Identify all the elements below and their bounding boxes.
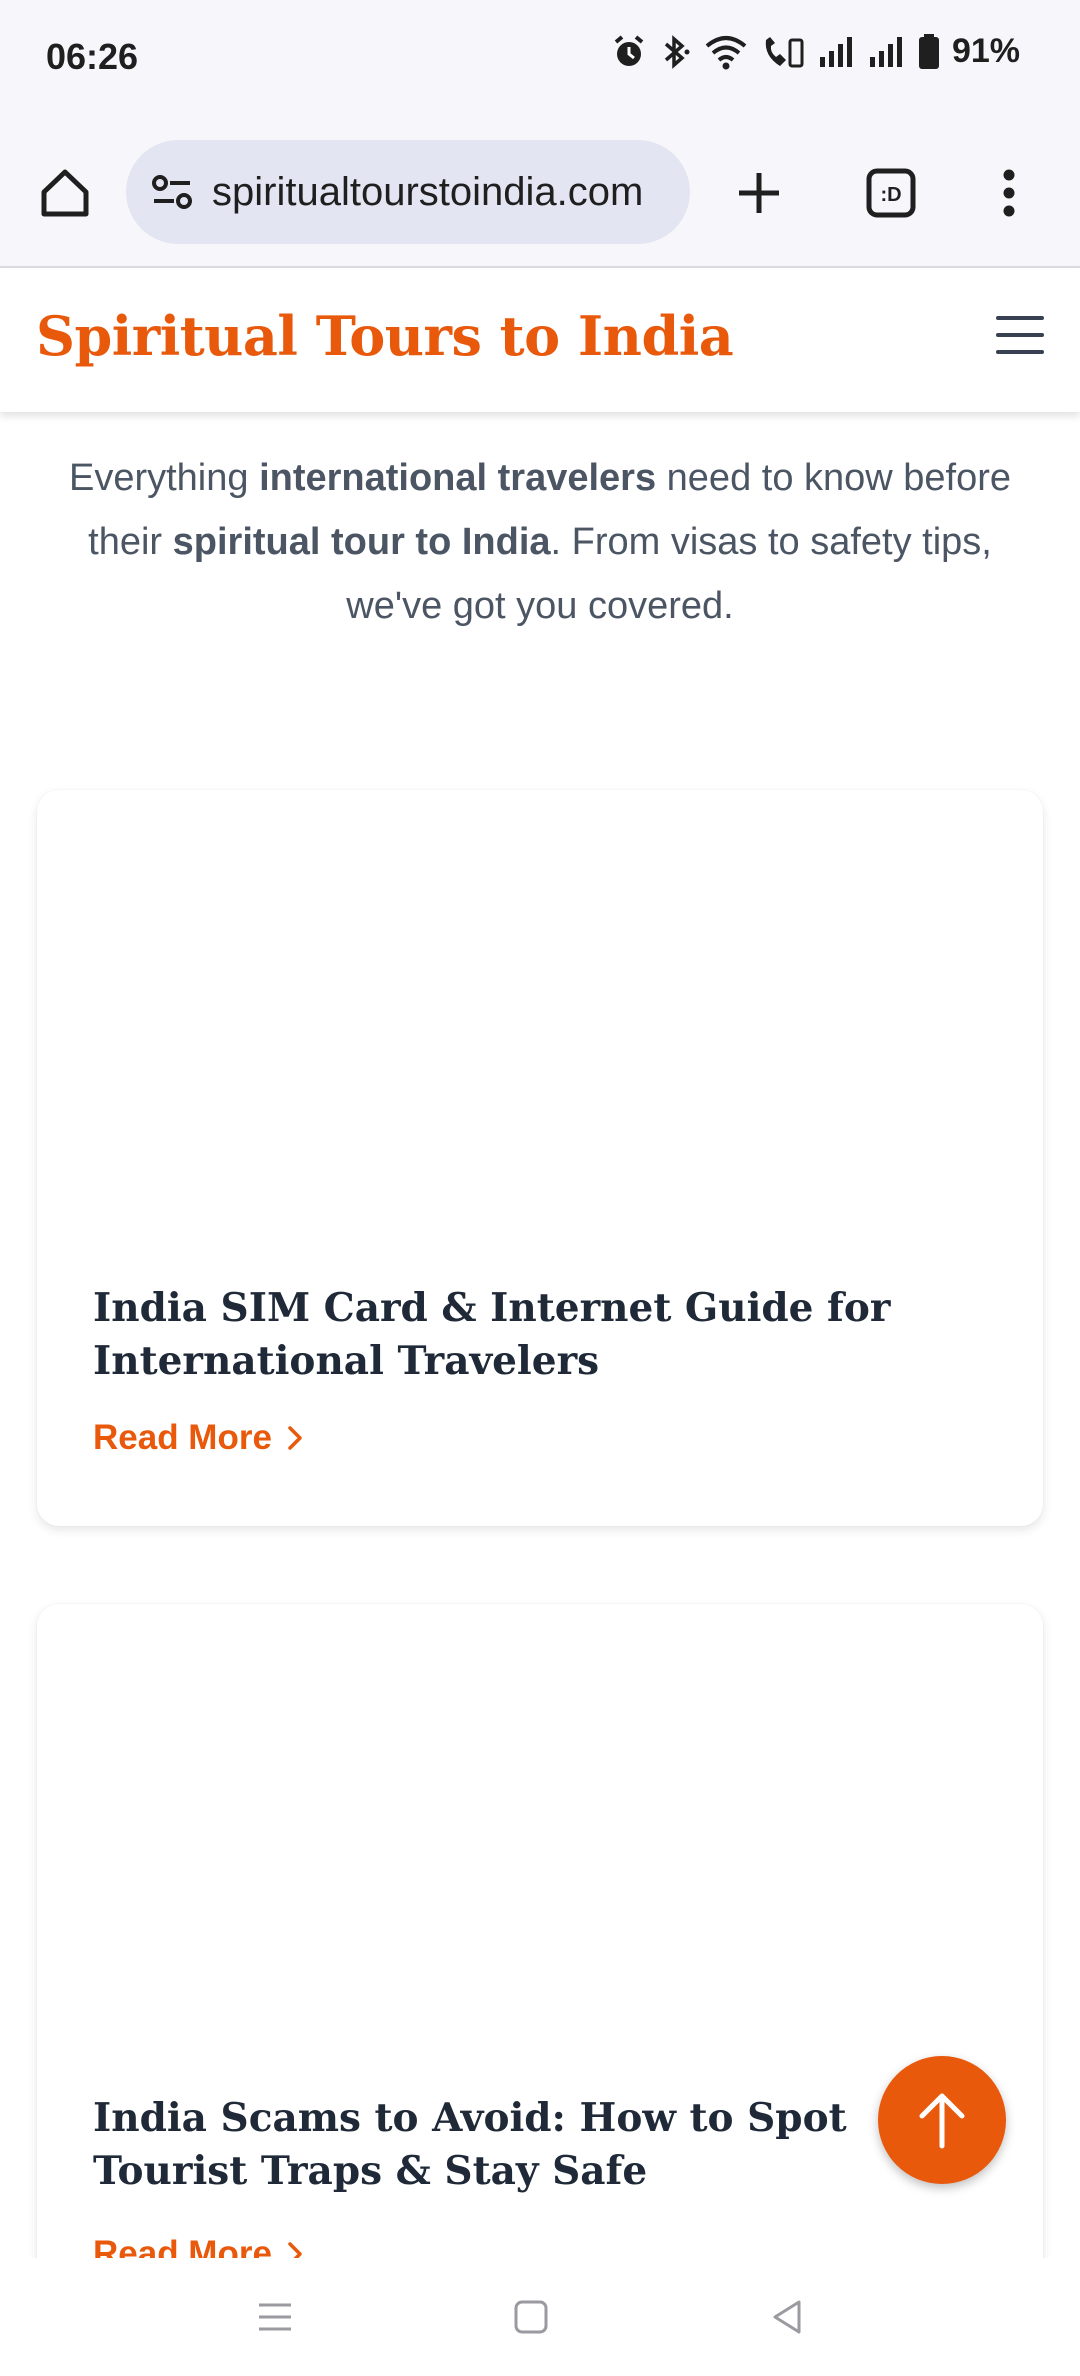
url-text[interactable]: spiritualtourstoindia.com [212,170,643,215]
battery-percent: 91% [951,32,1020,70]
tab-switcher-button[interactable]: :D [856,158,926,228]
home-icon [41,169,89,217]
svg-text::D: :D [880,184,901,206]
intro-bold2: spiritual tour to India [172,521,551,563]
status-bar: 06:26 91% [0,0,1080,120]
chevron-right-icon [288,1426,302,1450]
arrow-up-icon [919,2093,965,2149]
home-nav-button[interactable] [506,2292,556,2342]
tab-switcher-icon: :D [866,168,916,218]
browser-toolbar: spiritualtourstoindia.com :D [0,120,1080,268]
scroll-to-top-button[interactable] [878,2056,1006,2184]
intro-part1: Everything [68,457,260,499]
read-more-link[interactable]: Read More [93,1418,304,1458]
signal-icon [869,36,902,67]
recents-icon [259,2303,291,2331]
status-time: 06:26 [46,36,139,77]
site-info-button[interactable] [148,168,196,216]
address-bar[interactable]: spiritualtourstoindia.com [126,140,690,244]
article-card[interactable]: India Scams to Avoid: How to Spot Touris… [37,1604,1043,2304]
system-nav-bar [0,2258,1080,2376]
hamburger-menu-icon[interactable] [996,316,1044,360]
new-tab-icon [739,173,779,213]
article-card[interactable]: India SIM Card & Internet Guide for Inte… [37,790,1043,1526]
new-tab-button[interactable] [724,158,794,228]
battery-icon [918,33,939,69]
alarm-icon [614,34,644,66]
back-button[interactable] [762,2292,812,2342]
wifi-icon [705,35,747,69]
recents-button[interactable] [250,2292,300,2342]
read-more-label: Read More [93,1418,272,1457]
site-header: Spiritual Tours to India [0,268,1080,412]
more-vert-icon [1003,169,1015,217]
wifi-calling-icon [765,36,804,67]
home-button[interactable] [30,158,100,228]
bluetooth-icon [664,34,690,69]
intro-text: Everything international travelers need … [36,446,1044,638]
browser-menu-button[interactable] [984,158,1034,228]
site-title[interactable]: Spiritual Tours to India [36,304,734,368]
status-icons: 91% [612,32,1020,71]
home-nav-icon [514,2300,548,2334]
site-info-icon [152,175,192,209]
intro-bold1: international travelers [259,457,657,499]
back-icon [773,2300,801,2334]
signal-icon [819,36,852,67]
article-title[interactable]: India Scams to Avoid: How to Spot Touris… [93,2092,973,2198]
article-title[interactable]: India SIM Card & Internet Guide for Inte… [93,1282,973,1388]
